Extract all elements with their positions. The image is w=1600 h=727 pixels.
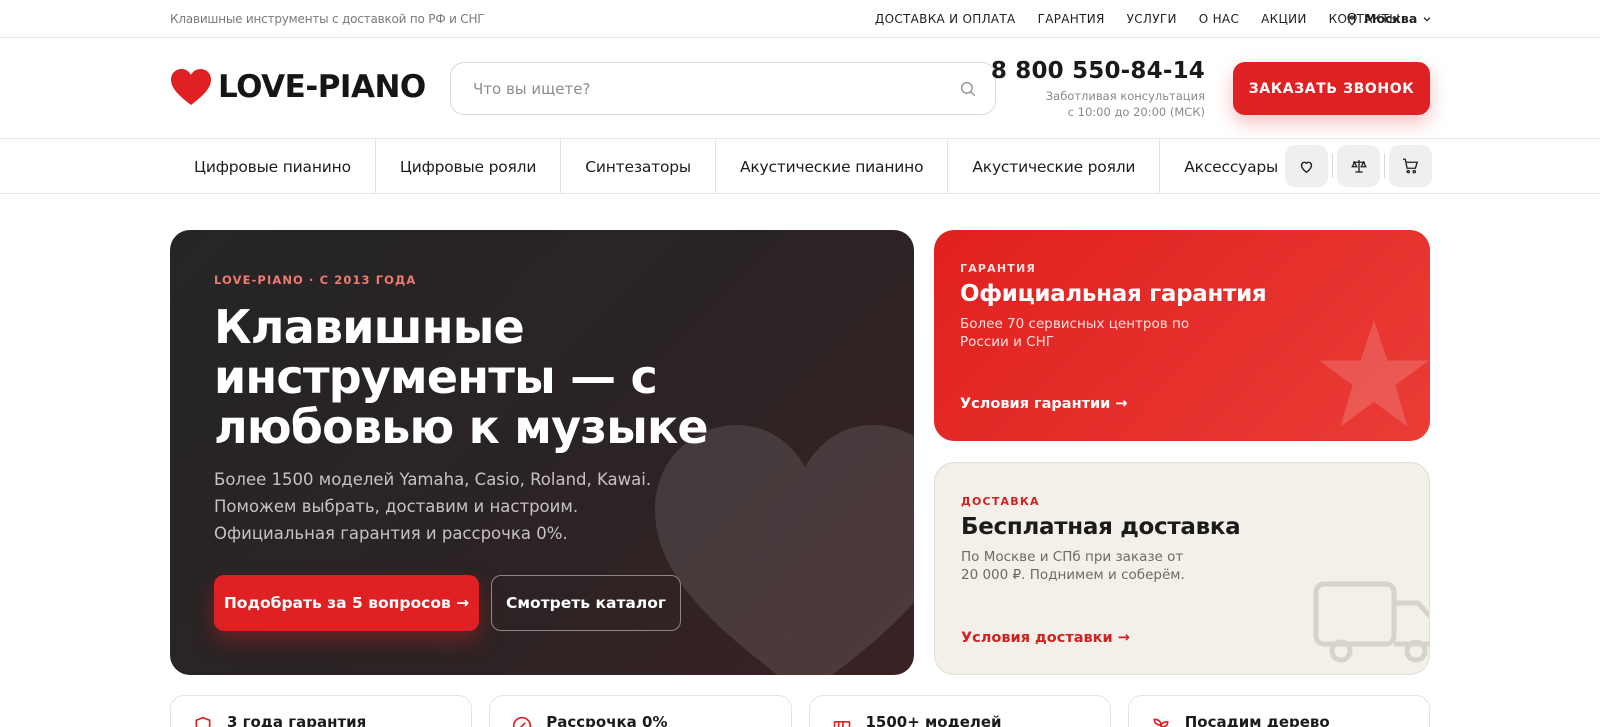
city-selector[interactable]: Москва <box>1345 11 1432 26</box>
feature-title: 3 года гарантия <box>227 713 367 727</box>
quiz-button[interactable]: Подобрать за 5 вопросов → <box>214 575 479 631</box>
heart-icon <box>1300 161 1313 173</box>
feature-models[interactable]: 1500+ моделей <box>808 695 1111 727</box>
hero-kicker: LOVE-PIANO · С 2013 ГОДА <box>214 273 417 287</box>
logo-text: LOVE-PIANO <box>218 69 426 105</box>
category-acoustic-grands[interactable]: Акустические рояли <box>948 140 1161 193</box>
percent-icon <box>513 716 532 727</box>
features-strip: 3 года гарантия Рассрочка 0% 1500+ модел… <box>170 695 1430 727</box>
phone-hours-line: с 10:00 до 20:00 (МСК) <box>1067 105 1205 119</box>
category-synthesizers[interactable]: Синтезаторы <box>561 140 716 193</box>
warranty-text: Более 70 сервисных центров по России и С… <box>960 316 1190 350</box>
piano-icon <box>833 721 850 727</box>
shield-icon <box>195 716 211 727</box>
feature-title: 1500+ моделей <box>865 713 1002 727</box>
delivery-kicker: ДОСТАВКА <box>961 495 1040 508</box>
star-decoration-icon <box>1319 320 1429 427</box>
warranty-card[interactable]: ГАРАНТИЯ Официальная гарантия Более 70 с… <box>934 230 1430 441</box>
delivery-terms-link[interactable]: Условия доставки → <box>961 630 1130 646</box>
top-nav: ДОСТАВКА И ОПЛАТА ГАРАНТИЯ УСЛУГИ О НАС … <box>875 12 1400 26</box>
hero-description: Более 1500 моделей Yamaha, Casio, Roland… <box>214 470 652 543</box>
top-nav-services[interactable]: УСЛУГИ <box>1127 12 1177 26</box>
category-acoustic-pianos[interactable]: Акустические пианино <box>716 140 949 193</box>
top-nav-warranty[interactable]: ГАРАНТИЯ <box>1038 12 1105 26</box>
feature-title: Рассрочка 0% <box>546 713 668 727</box>
category-digital-pianos[interactable]: Цифровые пианино <box>170 140 376 193</box>
cart-button[interactable] <box>1389 145 1432 187</box>
truck-decoration-icon <box>1313 581 1429 663</box>
delivery-title: Бесплатная доставка <box>961 514 1241 540</box>
heart-logo-icon <box>171 69 211 105</box>
hero-banner: LOVE-PIANO · С 2013 ГОДА Клавишные инстр… <box>170 230 914 675</box>
feature-title: Посадим дерево <box>1184 713 1330 727</box>
category-digital-grands[interactable]: Цифровые рояли <box>376 140 562 193</box>
site-tagline: Клавишные инструменты с доставкой по РФ … <box>170 12 485 26</box>
delivery-text: По Москве и СПб при заказе от 20 000 ₽. … <box>961 549 1185 583</box>
delivery-card[interactable]: ДОСТАВКА Бесплатная доставка По Москве и… <box>934 462 1430 675</box>
cart-icon <box>1403 158 1419 174</box>
order-call-button[interactable]: ЗАКАЗАТЬ ЗВОНОК <box>1233 62 1430 115</box>
top-nav-promotions[interactable]: АКЦИИ <box>1261 12 1307 26</box>
location-pin-icon <box>1347 12 1357 26</box>
warranty-kicker: ГАРАНТИЯ <box>960 262 1037 275</box>
top-nav-delivery-payment[interactable]: ДОСТАВКА И ОПЛАТА <box>875 12 1016 26</box>
scales-icon <box>1350 160 1367 173</box>
warranty-title: Официальная гарантия <box>960 281 1267 307</box>
hero-title: Клавишные инструменты — с любовью к музы… <box>214 300 709 454</box>
warranty-terms-link[interactable]: Условия гарантии → <box>960 396 1128 412</box>
feature-warranty[interactable]: 3 года гарантия <box>170 695 473 727</box>
header-action-icons <box>1285 145 1432 187</box>
city-name: Москва <box>1364 11 1418 26</box>
heart-decoration-icon <box>655 425 914 675</box>
phone-note-line: Заботливая консультация <box>1045 89 1205 103</box>
feature-installment[interactable]: Рассрочка 0% <box>489 695 792 727</box>
compare-button[interactable] <box>1337 145 1380 187</box>
category-list: Цифровые пианино Цифровые рояли Синтезат… <box>170 140 1302 193</box>
site-logo[interactable]: LOVE-PIANO <box>170 68 426 106</box>
search-icon[interactable] <box>959 80 977 98</box>
favorites-button[interactable] <box>1285 145 1328 187</box>
feature-tree[interactable]: Посадим дерево <box>1127 695 1430 727</box>
divider <box>1332 154 1333 178</box>
category-nav: Цифровые пианино Цифровые рояли Синтезат… <box>0 140 1600 194</box>
phone-block: 8 800 550-84-14 Заботливая консультация … <box>991 58 1205 120</box>
top-nav-about[interactable]: О НАС <box>1199 12 1239 26</box>
search-input[interactable] <box>473 63 943 114</box>
phone-note: Заботливая консультация с 10:00 до 20:00… <box>991 88 1205 120</box>
category-accessories[interactable]: Аксессуары <box>1160 140 1302 193</box>
site-header: LOVE-PIANO 8 800 550-84-14 Заботливая ко… <box>0 38 1600 139</box>
search-box <box>450 62 996 115</box>
top-bar: Клавишные инструменты с доставкой по РФ … <box>0 0 1600 38</box>
catalog-button[interactable]: Смотреть каталог <box>491 575 681 631</box>
sprout-icon <box>1153 718 1169 727</box>
chevron-down-icon <box>1423 16 1431 22</box>
divider <box>1384 154 1385 178</box>
phone-number[interactable]: 8 800 550-84-14 <box>991 58 1205 84</box>
